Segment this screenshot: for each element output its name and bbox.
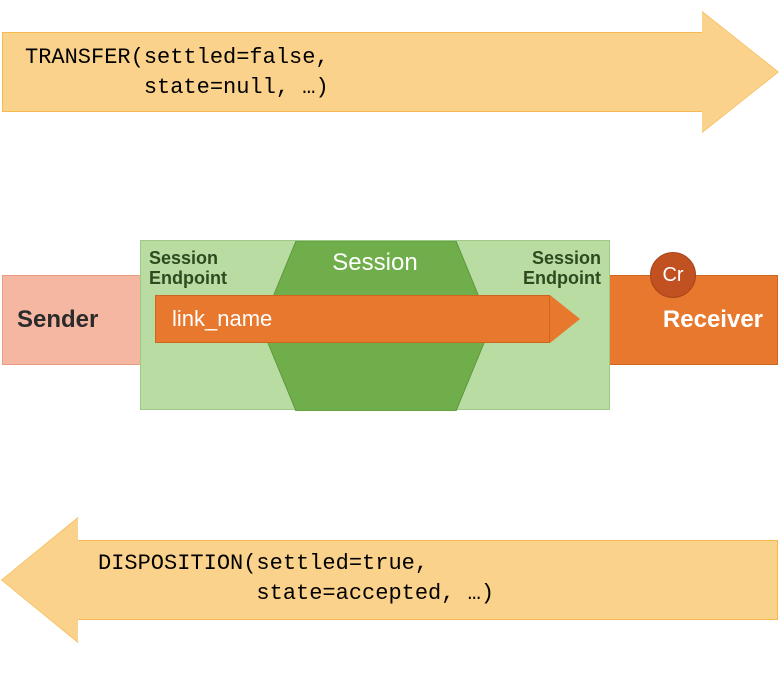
disposition-text-line2: state=accepted, …) xyxy=(98,579,777,609)
sender-box: Sender xyxy=(2,275,152,365)
session-endpoint-left-l1: Session xyxy=(149,249,227,269)
session-diagram: Sender Receiver Session Session Endpoint… xyxy=(0,240,780,420)
session-endpoint-right-l2: Endpoint xyxy=(523,269,601,289)
link-name-label: link_name xyxy=(172,306,272,332)
link-arrow-body: link_name xyxy=(155,295,550,343)
disposition-arrow-head-icon xyxy=(2,518,78,642)
session-endpoint-left-l2: Endpoint xyxy=(149,269,227,289)
transfer-text-line2: state=null, …) xyxy=(25,73,702,103)
transfer-arrow-body: TRANSFER(settled=false, state=null, …) xyxy=(2,32,702,112)
disposition-text-line1: DISPOSITION(settled=true, xyxy=(98,549,777,579)
transfer-arrow: TRANSFER(settled=false, state=null, …) xyxy=(2,12,778,132)
credit-badge: Cr xyxy=(650,252,696,298)
session-endpoint-right-l1: Session xyxy=(523,249,601,269)
credit-badge-text: Cr xyxy=(662,264,683,287)
disposition-arrow: DISPOSITION(settled=true, state=accepted… xyxy=(2,518,778,642)
receiver-label: Receiver xyxy=(663,306,763,334)
receiver-box: Receiver xyxy=(608,275,778,365)
transfer-arrow-head-icon xyxy=(702,12,778,132)
session-endpoint-left: Session Endpoint xyxy=(149,249,227,289)
link-arrow: link_name xyxy=(155,295,585,343)
disposition-arrow-body: DISPOSITION(settled=true, state=accepted… xyxy=(78,540,778,620)
session-endpoint-right: Session Endpoint xyxy=(523,249,601,289)
link-arrow-head-icon xyxy=(550,295,580,343)
sender-label: Sender xyxy=(17,306,98,334)
transfer-text-line1: TRANSFER(settled=false, xyxy=(25,43,702,73)
